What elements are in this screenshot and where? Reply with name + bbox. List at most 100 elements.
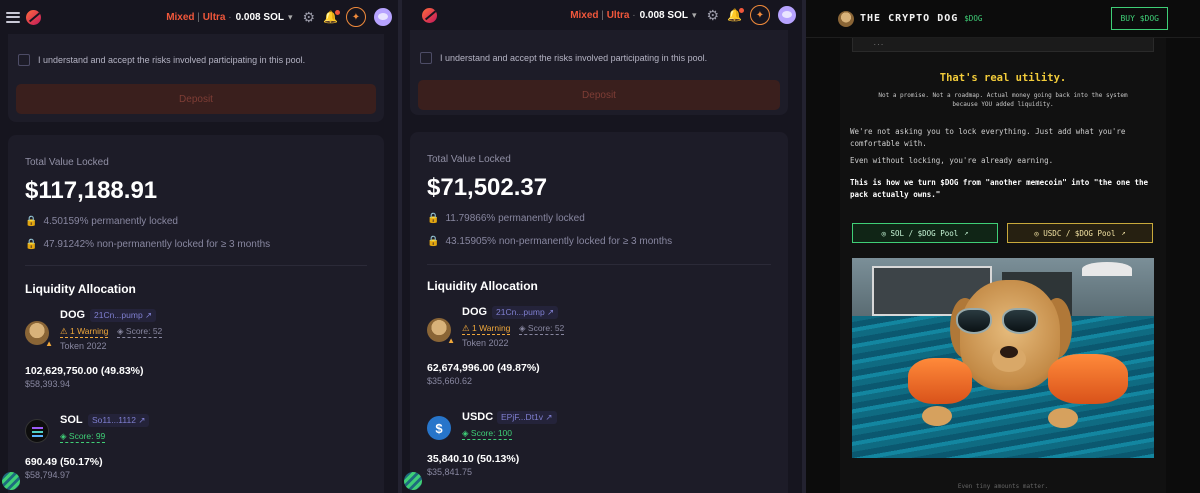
deposit-button[interactable]: Deposit [418, 80, 780, 110]
paragraph-1: We're not asking you to lock everything.… [850, 127, 1126, 148]
risk-checkbox[interactable] [420, 52, 432, 64]
token-amount: 690.49 (50.17%) [25, 456, 103, 468]
tvl-card: Total Value Locked $117,188.91 🔒 4.50159… [8, 135, 384, 493]
utility-subline: Not a promise. Not a roadmap. Actual mon… [878, 92, 1128, 108]
sparkle-icon[interactable]: ✦ [750, 5, 770, 25]
divider [427, 264, 771, 265]
content-area: ... That's real utility. Not a promise. … [840, 38, 1166, 493]
external-link-icon: ↗ [138, 415, 146, 425]
deposit-card: I understand and accept the risks involv… [8, 34, 384, 122]
gear-icon[interactable]: ⚙ [706, 7, 719, 24]
external-link-icon: ↗ [1121, 229, 1126, 237]
menu-icon[interactable] [6, 11, 20, 23]
token-usd: $58,794.97 [25, 470, 71, 480]
pool-panel-sol: I understand and accept the risks involv… [0, 0, 398, 493]
external-link-icon: ↗ [545, 412, 553, 422]
top-bar: Mixed | Ultra · 0.008 SOL ▾ ⚙ 🔔 ✦ [402, 0, 802, 30]
token-amount: 102,629,750.00 (49.83%) [25, 365, 144, 377]
bell-icon[interactable]: 🔔 [727, 8, 744, 22]
token-name: SOL [60, 414, 83, 426]
token-address-link[interactable]: 21Cn...pump ↗ [492, 306, 559, 319]
site-header: THE CRYPTO DOG $DOG BUY $DOG [806, 0, 1200, 38]
buy-dog-button[interactable]: BUY $DOG [1111, 7, 1168, 30]
score-badge[interactable]: ◈ Score: 52 [117, 326, 163, 338]
ticker-label: $DOG [964, 14, 983, 23]
orb-icon[interactable] [2, 472, 20, 490]
score-badge[interactable]: ◈ Score: 52 [519, 323, 565, 335]
site-brand[interactable]: THE CRYPTO DOG [860, 13, 958, 24]
quote-box: ... [852, 38, 1154, 52]
token-amount: 62,674,996.00 (49.87%) [427, 362, 540, 374]
token-address-link[interactable]: So11...1112 ↗ [88, 414, 150, 427]
tvl-label: Total Value Locked [427, 154, 511, 165]
avatar-icon[interactable] [374, 8, 392, 26]
sol-balance[interactable]: 0.008 SOL [236, 12, 284, 23]
utility-heading: That's real utility. [939, 72, 1067, 84]
token-usd: $35,660.62 [427, 376, 473, 386]
perm-locked-row: 🔒 11.79866% permanently locked [427, 213, 585, 224]
external-link-icon: ↗ [964, 229, 969, 237]
deposit-button[interactable]: Deposit [16, 84, 376, 114]
score-badge[interactable]: ◈ Score: 99 [60, 431, 106, 443]
nonperm-locked-text: 47.91242% non-permanently locked for ≥ 3… [43, 239, 271, 250]
sol-token-icon [25, 419, 49, 443]
usdc-token-icon: $ [427, 416, 451, 440]
warning-badge[interactable]: ⚠ 1 Warning [462, 323, 511, 335]
token-amount: 35,840.10 (50.13%) [427, 453, 520, 465]
footer-note: Even tiny amounts matter. [957, 483, 1049, 490]
token-row-dog: DOG 21Cn...pump ↗ ⚠ 1 Warning ◈ Score: 5… [25, 309, 367, 389]
top-bar: Mixed | Ultra · 0.008 SOL ▾ ⚙ 🔔 ✦ [0, 0, 398, 34]
network-selector[interactable]: Mixed | Ultra · [570, 10, 635, 21]
score-badge[interactable]: ◈ Score: 100 [462, 428, 513, 440]
sol-balance[interactable]: 0.008 SOL [640, 10, 688, 21]
token-name: DOG [60, 309, 86, 321]
pool-icon: ◎ [881, 228, 887, 238]
token-address-link[interactable]: EPjF...Dt1v ↗ [497, 411, 557, 424]
external-link-icon: ↗ [547, 307, 555, 317]
tvl-label: Total Value Locked [25, 157, 109, 168]
pool-panel-usdc: I understand and accept the risks involv… [402, 0, 802, 493]
network-selector[interactable]: Mixed | Ultra · [166, 12, 231, 23]
token-row-dog: DOG 21Cn...pump ↗ ⚠ 1 Warning ◈ Score: 5… [427, 306, 771, 386]
external-link-icon: ↗ [145, 310, 153, 320]
perm-locked-row: 🔒 4.50159% permanently locked [25, 216, 178, 227]
allocation-title: Liquidity Allocation [427, 279, 538, 293]
token-usd: $35,841.75 [427, 467, 473, 477]
dog-logo-icon[interactable] [838, 10, 854, 27]
usdc-dog-pool-button[interactable]: ◎ USDC / $DOG Pool ↗ [1007, 223, 1153, 243]
token-name: DOG [462, 306, 488, 318]
chevron-down-icon[interactable]: ▾ [288, 12, 293, 23]
logo-icon[interactable] [26, 9, 41, 25]
token-standard: Token 2022 [60, 341, 107, 351]
crypto-dog-site: ... That's real utility. Not a promise. … [806, 0, 1200, 493]
perm-locked-text: 11.79866% permanently locked [445, 213, 585, 224]
lock-icon: 🔒 [427, 213, 440, 224]
lock-icon: 🔒 [427, 236, 440, 247]
dog-token-icon [427, 318, 455, 345]
gear-icon[interactable]: ⚙ [302, 9, 315, 26]
bell-icon[interactable]: 🔔 [323, 10, 340, 24]
token-usd: $58,393.94 [25, 379, 71, 389]
warning-badge[interactable]: ⚠ 1 Warning [60, 326, 109, 338]
avatar-icon[interactable] [778, 6, 796, 24]
lock-icon: 🔒 [25, 239, 38, 250]
lock-icon: 🔒 [25, 216, 38, 227]
chevron-down-icon[interactable]: ▾ [692, 10, 697, 21]
risk-checkbox[interactable] [18, 54, 30, 66]
paragraph-2: Even without locking, you're already ear… [850, 156, 1054, 165]
sparkle-icon[interactable]: ✦ [346, 7, 366, 27]
orb-icon[interactable] [404, 472, 422, 490]
nonperm-locked-row: 🔒 43.15905% non-permanently locked for ≥… [427, 236, 672, 247]
perm-locked-text: 4.50159% permanently locked [43, 216, 178, 227]
token-address-link[interactable]: 21Cn...pump ↗ [90, 309, 157, 322]
logo-icon[interactable] [422, 7, 437, 23]
nonperm-locked-row: 🔒 47.91242% non-permanently locked for ≥… [25, 239, 270, 250]
tvl-card: Total Value Locked $71,502.37 🔒 11.79866… [410, 132, 788, 493]
token-standard: Token 2022 [462, 338, 509, 348]
tvl-value: $117,188.91 [25, 177, 158, 204]
risk-checkbox-label: I understand and accept the risks involv… [440, 53, 708, 63]
sol-dog-pool-button[interactable]: ◎ SOL / $DOG Pool ↗ [852, 223, 998, 243]
risk-checkbox-label: I understand and accept the risks involv… [38, 55, 306, 65]
divider [25, 265, 367, 266]
pool-icon: ◎ [1034, 228, 1039, 238]
